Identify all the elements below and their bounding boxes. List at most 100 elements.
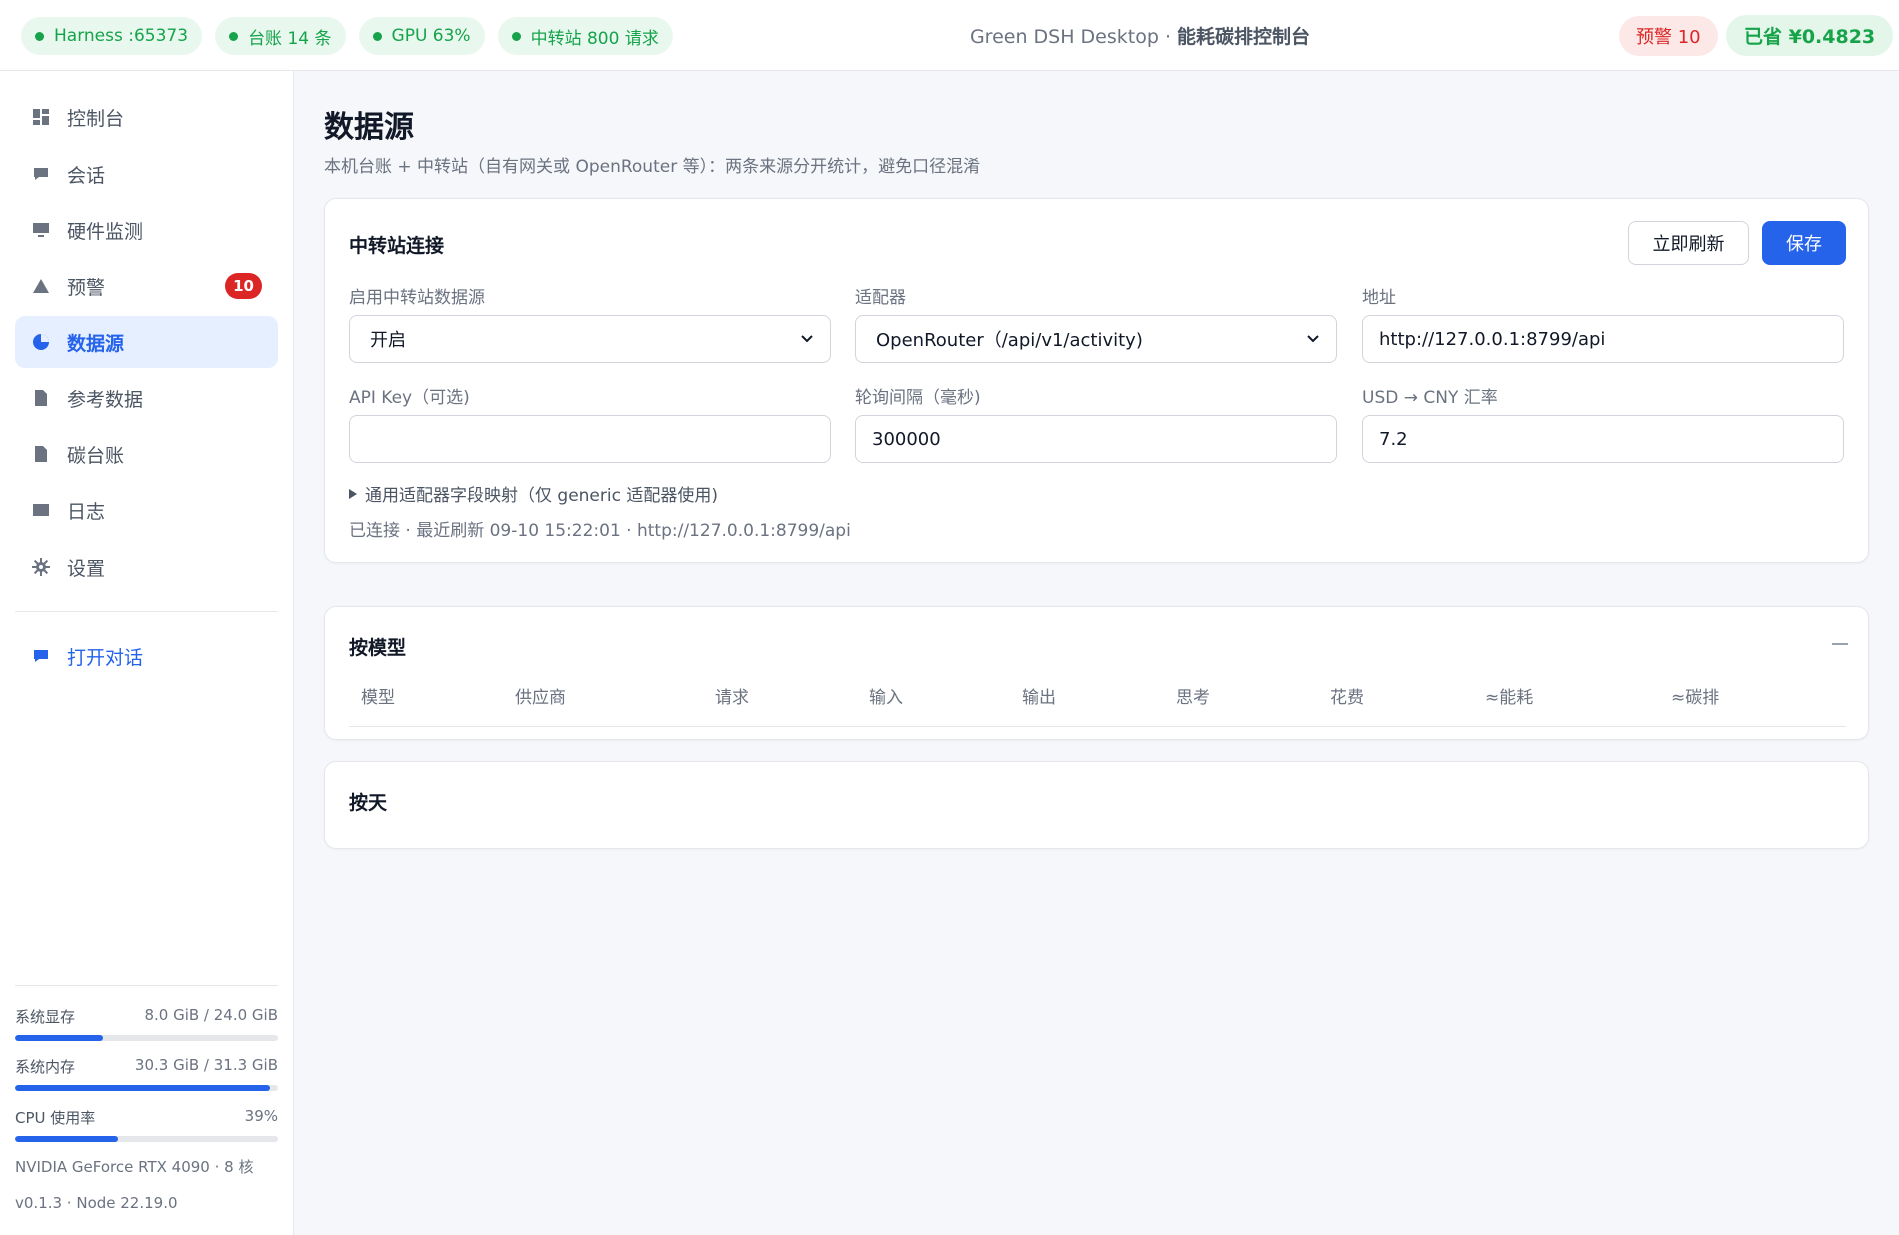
column-header-provider: 供应商 [515, 688, 566, 708]
sidebar-item-hardware[interactable]: 硬件监测 [15, 204, 278, 256]
column-header-model: 模型 [361, 688, 395, 708]
column-header-input: 输入 [869, 688, 903, 708]
monitor-icon [31, 220, 51, 240]
relay-card-title: 中转站连接 [349, 235, 445, 257]
sidebar-item-carbon-ledger[interactable]: 碳台账 [15, 428, 278, 480]
save-button[interactable]: 保存 [1762, 221, 1846, 265]
sidebar-divider [15, 985, 278, 986]
by-model-title: 按模型 [349, 637, 407, 659]
rate-input[interactable] [1362, 415, 1844, 463]
alert-count-badge: 10 [225, 273, 262, 299]
by-model-card: 按模型 模型 供应商 请求 输入 输出 思考 花费 ≈能耗 ≈碳排 [324, 606, 1869, 740]
savings-badge: 已省 ¥0.4823 [1726, 15, 1894, 56]
apikey-label: API Key（可选) [349, 388, 470, 408]
sidebar-item-reference[interactable]: 参考数据 [15, 372, 278, 424]
column-header-energy: ≈能耗 [1485, 688, 1534, 708]
adapter-select-value: OpenRouter（/api/v1/activity) [876, 330, 1143, 351]
open-chat-label: 打开对话 [67, 646, 144, 669]
vram-bar-fill [15, 1035, 103, 1041]
top-bar: Harness :65373 台账 14 条 GPU 63% 中转站 800 请… [0, 0, 1899, 71]
sidebar-item-settings[interactable]: 设置 [15, 541, 278, 593]
page-subtitle: 本机台账 + 中转站（自有网关或 OpenRouter 等）：两条来源分开统计，… [324, 157, 981, 177]
open-chat-button[interactable]: 打开对话 [15, 630, 278, 682]
table-header: 模型 供应商 请求 输入 输出 思考 花费 ≈能耗 ≈碳排 [349, 683, 1846, 727]
column-header-requests: 请求 [715, 688, 749, 708]
interval-label: 轮询间隔（毫秒) [855, 388, 981, 408]
version-info: v0.1.3 · Node 22.19.0 [15, 1194, 178, 1212]
chat-icon [31, 646, 51, 666]
refresh-button[interactable]: 立即刷新 [1628, 221, 1749, 265]
relay-connection-card: 中转站连接 立即刷新 保存 启用中转站数据源 开启 适配器 OpenRouter… [324, 198, 1869, 563]
metric-value: 39% [244, 1107, 278, 1125]
interval-input[interactable] [855, 415, 1337, 463]
ledger-pill: 台账 14 条 [215, 17, 346, 55]
field-mapping-toggle[interactable]: 通用适配器字段映射（仅 generic 适配器使用) [349, 481, 718, 506]
sidebar-item-label: 会话 [67, 164, 106, 187]
dashboard-icon [31, 107, 51, 127]
address-label: 地址 [1362, 288, 1396, 308]
sidebar-divider [15, 611, 278, 612]
apikey-input[interactable] [349, 415, 831, 463]
cpu-bar [15, 1136, 278, 1142]
sidebar-item-label: 碳台账 [67, 444, 125, 467]
by-day-title: 按天 [349, 792, 388, 814]
sidebar-item-label: 预警 [67, 276, 106, 299]
vram-bar [15, 1035, 278, 1041]
status-dot-icon [372, 31, 382, 41]
metric-value: 30.3 GiB / 31.3 GiB [134, 1056, 278, 1074]
sidebar-item-label: 控制台 [67, 107, 125, 130]
enable-select-value: 开启 [370, 330, 406, 351]
collapse-icon[interactable] [1832, 643, 1848, 645]
sidebar-item-dashboard[interactable]: 控制台 [15, 91, 278, 143]
sidebar-item-logs[interactable]: 日志 [15, 484, 278, 536]
ram-metric: 系统内存 30.3 GiB / 31.3 GiB [15, 1056, 278, 1091]
sidebar-item-label: 日志 [67, 500, 106, 523]
column-header-cost: 花费 [1330, 688, 1364, 708]
relay-pill: 中转站 800 请求 [497, 17, 673, 55]
sidebar-item-datasource[interactable]: 数据源 [15, 316, 278, 368]
chat-icon [31, 164, 51, 184]
alert-badge[interactable]: 预警 10 [1619, 16, 1718, 56]
by-day-card: 按天 [324, 761, 1869, 849]
sidebar: 控制台 会话 硬件监测 预警 10 数据源 参考数据 碳台账 日志 设置 打开对… [0, 71, 294, 1235]
chevron-down-icon [1307, 335, 1319, 343]
sidebar-item-alerts[interactable]: 预警 10 [15, 260, 278, 312]
column-header-carbon: ≈碳排 [1671, 688, 1720, 708]
address-input[interactable] [1362, 315, 1844, 363]
cpu-bar-fill [15, 1136, 118, 1142]
adapter-select[interactable]: OpenRouter（/api/v1/activity) [855, 315, 1337, 363]
harness-pill: Harness :65373 [21, 17, 203, 55]
metric-label: 系统显存 [15, 1008, 76, 1026]
connection-status: 已连接 · 最近刷新 09-10 15:22:01 · http://127.0… [349, 521, 851, 541]
enable-select[interactable]: 开启 [349, 315, 831, 363]
rate-label: USD → CNY 汇率 [1362, 388, 1498, 408]
cpu-metric: CPU 使用率 39% [15, 1107, 278, 1142]
document-icon [31, 388, 51, 408]
sidebar-item-sessions[interactable]: 会话 [15, 148, 278, 200]
sidebar-item-label: 设置 [67, 557, 106, 580]
caret-right-icon [349, 488, 357, 499]
sidebar-item-label: 硬件监测 [67, 220, 144, 243]
gpu-pill: GPU 63% [358, 17, 485, 55]
status-dot-icon [35, 31, 44, 41]
metric-label: CPU 使用率 [15, 1109, 96, 1127]
metric-value: 8.0 GiB / 24.0 GiB [144, 1006, 278, 1024]
log-icon [31, 500, 51, 520]
page-title: 数据源 [324, 110, 414, 145]
status-pills: Harness :65373 台账 14 条 GPU 63% 中转站 800 请… [21, 17, 673, 55]
hardware-info: NVIDIA GeForce RTX 4090 · 8 核 [15, 1158, 254, 1176]
status-dot-icon [511, 31, 521, 41]
column-header-thinking: 思考 [1176, 688, 1210, 708]
warning-icon [31, 276, 51, 296]
enable-label: 启用中转站数据源 [349, 288, 485, 308]
pie-icon [31, 332, 51, 352]
adapter-label: 适配器 [855, 288, 906, 308]
vram-metric: 系统显存 8.0 GiB / 24.0 GiB [15, 1006, 278, 1041]
metric-label: 系统内存 [15, 1058, 76, 1076]
app-title: Green DSH Desktop · 能耗碳排控制台 [969, 26, 1311, 48]
gear-icon [31, 557, 51, 577]
status-dot-icon [229, 31, 239, 41]
ledger-icon [31, 444, 51, 464]
ram-bar-fill [15, 1085, 270, 1091]
ram-bar [15, 1085, 278, 1091]
